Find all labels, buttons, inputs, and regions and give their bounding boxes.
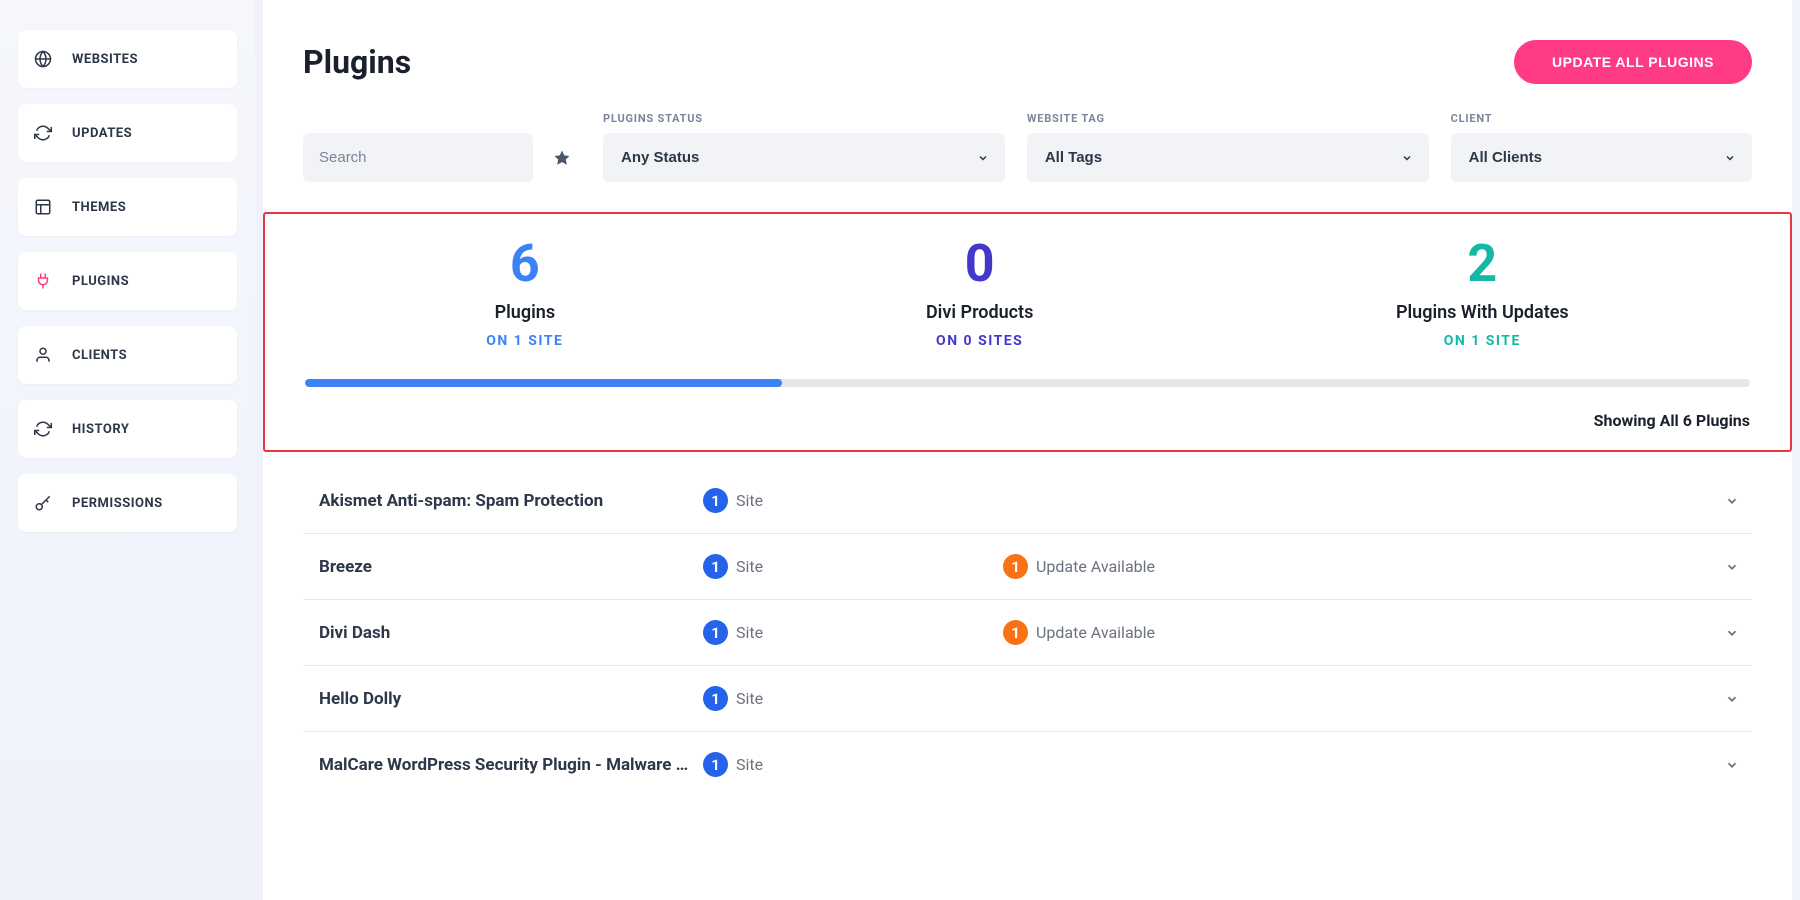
site-text: Site — [736, 557, 763, 576]
filter-tag-label: WEBSITE TAG — [1027, 112, 1429, 125]
site-text: Site — [736, 689, 763, 708]
sidebar-item-websites[interactable]: WEBSITES — [18, 30, 237, 88]
globe-icon — [34, 50, 52, 68]
sidebar: WEBSITES UPDATES THEMES PLUGINS CLIENTS … — [0, 0, 255, 900]
filter-client-group: CLIENT All Clients — [1451, 112, 1752, 182]
plugin-sites: 1 Site — [703, 752, 1003, 777]
site-count-badge: 1 — [703, 488, 728, 513]
sidebar-item-clients[interactable]: CLIENTS — [18, 326, 237, 384]
stats-highlight: 6 Plugins ON 1 SITE 0 Divi Products ON 0… — [263, 212, 1792, 452]
stat-plugins: 6 Plugins ON 1 SITE — [486, 238, 563, 349]
site-count-badge: 1 — [703, 620, 728, 645]
search-input[interactable] — [303, 133, 533, 182]
plugin-sites: 1 Site — [703, 554, 1003, 579]
filter-status-select[interactable]: Any Status — [603, 133, 1005, 182]
stats-row: 6 Plugins ON 1 SITE 0 Divi Products ON 0… — [305, 238, 1750, 349]
chevron-down-icon — [1712, 560, 1752, 574]
plugin-name: Akismet Anti-spam: Spam Protection — [303, 491, 703, 511]
plugin-row[interactable]: Hello Dolly 1 Site — [303, 666, 1752, 732]
filter-status-label: PLUGINS STATUS — [603, 112, 1005, 125]
stat-divi: 0 Divi Products ON 0 SITES — [926, 238, 1033, 349]
sidebar-item-label: THEMES — [72, 200, 126, 215]
sidebar-item-updates[interactable]: UPDATES — [18, 104, 237, 162]
sidebar-item-label: PERMISSIONS — [72, 496, 163, 511]
sidebar-item-label: PLUGINS — [72, 274, 129, 289]
plugin-row[interactable]: Divi Dash 1 Site 1 Update Available — [303, 600, 1752, 666]
sidebar-item-label: HISTORY — [72, 422, 129, 437]
stat-number: 0 — [926, 238, 1033, 290]
site-text: Site — [736, 491, 763, 510]
progress-fill — [305, 379, 782, 387]
page-title: Plugins — [303, 43, 411, 81]
sidebar-item-history[interactable]: HISTORY — [18, 400, 237, 458]
filter-tag-select[interactable]: All Tags — [1027, 133, 1429, 182]
main-content: Plugins UPDATE ALL PLUGINS PLUGINS STATU… — [263, 0, 1792, 900]
site-count-badge: 1 — [703, 686, 728, 711]
stat-sub: ON 0 SITES — [926, 333, 1033, 349]
sidebar-item-label: UPDATES — [72, 126, 132, 141]
plugin-row[interactable]: MalCare WordPress Security Plugin - Malw… — [303, 732, 1752, 797]
refresh-icon — [34, 124, 52, 142]
progress-bar — [305, 379, 1750, 387]
plugin-sites: 1 Site — [703, 488, 1003, 513]
filter-client-label: CLIENT — [1451, 112, 1752, 125]
plugin-name: MalCare WordPress Security Plugin - Malw… — [303, 755, 703, 775]
plugin-sites: 1 Site — [703, 686, 1003, 711]
showing-text: Showing All 6 Plugins — [305, 411, 1750, 430]
user-icon — [34, 346, 52, 364]
update-text: Update Available — [1036, 557, 1155, 576]
sidebar-item-permissions[interactable]: PERMISSIONS — [18, 474, 237, 532]
filters: PLUGINS STATUS Any Status WEBSITE TAG Al… — [303, 112, 1752, 182]
site-text: Site — [736, 755, 763, 774]
update-count-badge: 1 — [1003, 554, 1028, 579]
stat-number: 2 — [1396, 238, 1569, 290]
update-text: Update Available — [1036, 623, 1155, 642]
site-text: Site — [736, 623, 763, 642]
stat-label: Plugins With Updates — [1396, 302, 1569, 323]
sidebar-item-themes[interactable]: THEMES — [18, 178, 237, 236]
site-count-badge: 1 — [703, 752, 728, 777]
chevron-down-icon — [1712, 494, 1752, 508]
filter-client-select[interactable]: All Clients — [1451, 133, 1752, 182]
stat-label: Divi Products — [926, 302, 1033, 323]
stat-sub: ON 1 SITE — [486, 333, 563, 349]
update-count-badge: 1 — [1003, 620, 1028, 645]
stat-updates: 2 Plugins With Updates ON 1 SITE — [1396, 238, 1569, 349]
stat-label: Plugins — [486, 302, 563, 323]
plugin-list: Akismet Anti-spam: Spam Protection 1 Sit… — [303, 468, 1752, 797]
plugin-name: Hello Dolly — [303, 689, 703, 709]
sidebar-item-plugins[interactable]: PLUGINS — [18, 252, 237, 310]
plugin-update: 1 Update Available — [1003, 620, 1712, 645]
site-count-badge: 1 — [703, 554, 728, 579]
chevron-down-icon — [1712, 758, 1752, 772]
filter-status-group: PLUGINS STATUS Any Status — [603, 112, 1005, 182]
stat-sub: ON 1 SITE — [1396, 333, 1569, 349]
sidebar-item-label: CLIENTS — [72, 348, 127, 363]
update-all-button[interactable]: UPDATE ALL PLUGINS — [1514, 40, 1752, 84]
stat-number: 6 — [486, 238, 563, 290]
key-icon — [34, 494, 52, 512]
search-wrap — [303, 133, 581, 182]
star-icon[interactable] — [543, 149, 581, 167]
refresh-icon — [34, 420, 52, 438]
chevron-down-icon — [1712, 692, 1752, 706]
filter-tag-group: WEBSITE TAG All Tags — [1027, 112, 1429, 182]
plugin-update: 1 Update Available — [1003, 554, 1712, 579]
layout-icon — [34, 198, 52, 216]
plugin-row[interactable]: Breeze 1 Site 1 Update Available — [303, 534, 1752, 600]
sidebar-item-label: WEBSITES — [72, 52, 138, 67]
header: Plugins UPDATE ALL PLUGINS — [303, 40, 1752, 84]
chevron-down-icon — [1712, 626, 1752, 640]
plugin-name: Breeze — [303, 557, 703, 577]
plugin-name: Divi Dash — [303, 623, 703, 643]
plugin-row[interactable]: Akismet Anti-spam: Spam Protection 1 Sit… — [303, 468, 1752, 534]
plug-icon — [34, 272, 52, 290]
plugin-sites: 1 Site — [703, 620, 1003, 645]
